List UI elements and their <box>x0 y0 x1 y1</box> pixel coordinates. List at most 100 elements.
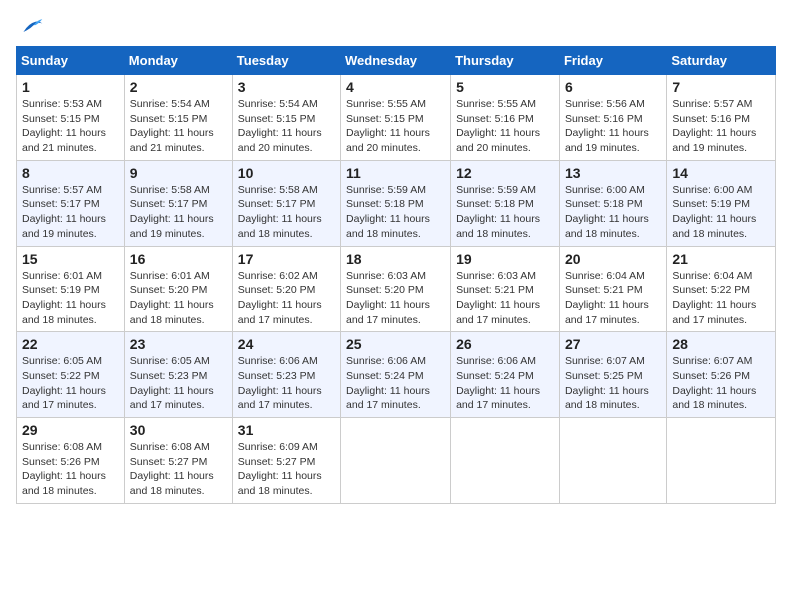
calendar-day-cell <box>451 418 560 504</box>
day-info: Sunrise: 6:00 AM Sunset: 5:19 PM Dayligh… <box>672 183 770 242</box>
day-info: Sunrise: 6:07 AM Sunset: 5:26 PM Dayligh… <box>672 354 770 413</box>
calendar-day-cell: 8Sunrise: 5:57 AM Sunset: 5:17 PM Daylig… <box>17 160 125 246</box>
day-number: 22 <box>22 336 119 352</box>
day-number: 4 <box>346 79 445 95</box>
calendar-day-cell: 30 Sunrise: 6:08 AM Sunset: 5:27 PM Dayli… <box>124 418 232 504</box>
day-number: 11 <box>346 165 445 181</box>
day-number: 17 <box>238 251 335 267</box>
calendar-day-cell: 20 Sunrise: 6:04 AM Sunset: 5:21 PM Dayli… <box>559 246 666 332</box>
calendar-day-cell: 7 Sunrise: 5:57 AM Sunset: 5:16 PM Daylig… <box>667 75 776 161</box>
calendar-day-cell: 17 Sunrise: 6:02 AM Sunset: 5:20 PM Dayli… <box>232 246 340 332</box>
day-number: 28 <box>672 336 770 352</box>
day-info: Sunrise: 6:05 AM Sunset: 5:22 PM Dayligh… <box>22 354 119 413</box>
day-info: Sunrise: 6:08 AM Sunset: 5:27 PM Dayligh… <box>130 440 227 499</box>
day-info: Sunrise: 5:58 AM Sunset: 5:17 PM Dayligh… <box>238 183 335 242</box>
calendar-day-cell: 21Sunrise: 6:04 AM Sunset: 5:22 PM Dayli… <box>667 246 776 332</box>
logo <box>16 16 46 36</box>
calendar-day-cell: 12Sunrise: 5:59 AM Sunset: 5:18 PM Dayli… <box>451 160 560 246</box>
day-info: Sunrise: 5:55 AM Sunset: 5:15 PM Dayligh… <box>346 97 445 156</box>
day-info: Sunrise: 6:09 AM Sunset: 5:27 PM Dayligh… <box>238 440 335 499</box>
calendar-day-cell: 31Sunrise: 6:09 AM Sunset: 5:27 PM Dayli… <box>232 418 340 504</box>
weekday-header-cell: Friday <box>559 47 666 75</box>
day-info: Sunrise: 6:06 AM Sunset: 5:24 PM Dayligh… <box>456 354 554 413</box>
weekday-header-cell: Monday <box>124 47 232 75</box>
day-number: 27 <box>565 336 661 352</box>
logo-bird-icon <box>20 16 44 36</box>
calendar-table: SundayMondayTuesdayWednesdayThursdayFrid… <box>16 46 776 504</box>
calendar-day-cell: 24 Sunrise: 6:06 AM Sunset: 5:23 PM Dayli… <box>232 332 340 418</box>
day-info: Sunrise: 5:54 AM Sunset: 5:15 PM Dayligh… <box>130 97 227 156</box>
calendar-day-cell: 29Sunrise: 6:08 AM Sunset: 5:26 PM Dayli… <box>17 418 125 504</box>
weekday-header-row: SundayMondayTuesdayWednesdayThursdayFrid… <box>17 47 776 75</box>
day-number: 7 <box>672 79 770 95</box>
day-number: 26 <box>456 336 554 352</box>
weekday-header-cell: Thursday <box>451 47 560 75</box>
day-number: 14 <box>672 165 770 181</box>
day-number: 25 <box>346 336 445 352</box>
day-number: 5 <box>456 79 554 95</box>
day-info: Sunrise: 6:02 AM Sunset: 5:20 PM Dayligh… <box>238 269 335 328</box>
day-info: Sunrise: 5:54 AM Sunset: 5:15 PM Dayligh… <box>238 97 335 156</box>
calendar-week-row: 22 Sunrise: 6:05 AM Sunset: 5:22 PM Dayli… <box>17 332 776 418</box>
calendar-day-cell: 23Sunrise: 6:05 AM Sunset: 5:23 PM Dayli… <box>124 332 232 418</box>
day-number: 6 <box>565 79 661 95</box>
day-info: Sunrise: 6:06 AM Sunset: 5:23 PM Dayligh… <box>238 354 335 413</box>
calendar-day-cell <box>667 418 776 504</box>
day-number: 21 <box>672 251 770 267</box>
day-info: Sunrise: 5:59 AM Sunset: 5:18 PM Dayligh… <box>346 183 445 242</box>
day-info: Sunrise: 6:00 AM Sunset: 5:18 PM Dayligh… <box>565 183 661 242</box>
calendar-week-row: 15 Sunrise: 6:01 AM Sunset: 5:19 PM Dayli… <box>17 246 776 332</box>
day-info: Sunrise: 6:01 AM Sunset: 5:19 PM Dayligh… <box>22 269 119 328</box>
calendar-day-cell: 27 Sunrise: 6:07 AM Sunset: 5:25 PM Dayli… <box>559 332 666 418</box>
day-number: 24 <box>238 336 335 352</box>
day-number: 15 <box>22 251 119 267</box>
weekday-header-cell: Sunday <box>17 47 125 75</box>
day-number: 29 <box>22 422 119 438</box>
weekday-header-cell: Tuesday <box>232 47 340 75</box>
calendar-day-cell: 15 Sunrise: 6:01 AM Sunset: 5:19 PM Dayli… <box>17 246 125 332</box>
calendar-day-cell: 3 Sunrise: 5:54 AM Sunset: 5:15 PM Daylig… <box>232 75 340 161</box>
calendar-day-cell: 13 Sunrise: 6:00 AM Sunset: 5:18 PM Dayli… <box>559 160 666 246</box>
day-info: Sunrise: 6:03 AM Sunset: 5:21 PM Dayligh… <box>456 269 554 328</box>
calendar-day-cell: 22 Sunrise: 6:05 AM Sunset: 5:22 PM Dayli… <box>17 332 125 418</box>
calendar-day-cell: 11 Sunrise: 5:59 AM Sunset: 5:18 PM Dayli… <box>341 160 451 246</box>
day-info: Sunrise: 5:53 AM Sunset: 5:15 PM Dayligh… <box>22 97 119 156</box>
calendar-day-cell <box>559 418 666 504</box>
day-number: 30 <box>130 422 227 438</box>
day-info: Sunrise: 6:06 AM Sunset: 5:24 PM Dayligh… <box>346 354 445 413</box>
day-number: 9 <box>130 165 227 181</box>
day-info: Sunrise: 6:07 AM Sunset: 5:25 PM Dayligh… <box>565 354 661 413</box>
calendar-body: 1 Sunrise: 5:53 AM Sunset: 5:15 PM Daylig… <box>17 75 776 504</box>
calendar-day-cell: 26 Sunrise: 6:06 AM Sunset: 5:24 PM Dayli… <box>451 332 560 418</box>
day-info: Sunrise: 5:56 AM Sunset: 5:16 PM Dayligh… <box>565 97 661 156</box>
day-info: Sunrise: 6:01 AM Sunset: 5:20 PM Dayligh… <box>130 269 227 328</box>
day-number: 1 <box>22 79 119 95</box>
calendar-week-row: 8Sunrise: 5:57 AM Sunset: 5:17 PM Daylig… <box>17 160 776 246</box>
calendar-day-cell: 5 Sunrise: 5:55 AM Sunset: 5:16 PM Daylig… <box>451 75 560 161</box>
day-number: 2 <box>130 79 227 95</box>
day-number: 23 <box>130 336 227 352</box>
calendar-day-cell: 1 Sunrise: 5:53 AM Sunset: 5:15 PM Daylig… <box>17 75 125 161</box>
day-number: 18 <box>346 251 445 267</box>
calendar-day-cell: 4 Sunrise: 5:55 AM Sunset: 5:15 PM Daylig… <box>341 75 451 161</box>
day-number: 8 <box>22 165 119 181</box>
day-info: Sunrise: 5:55 AM Sunset: 5:16 PM Dayligh… <box>456 97 554 156</box>
calendar-day-cell: 14 Sunrise: 6:00 AM Sunset: 5:19 PM Dayli… <box>667 160 776 246</box>
day-info: Sunrise: 5:59 AM Sunset: 5:18 PM Dayligh… <box>456 183 554 242</box>
day-number: 10 <box>238 165 335 181</box>
calendar-day-cell: 10 Sunrise: 5:58 AM Sunset: 5:17 PM Dayli… <box>232 160 340 246</box>
calendar-week-row: 29Sunrise: 6:08 AM Sunset: 5:26 PM Dayli… <box>17 418 776 504</box>
calendar-day-cell: 28 Sunrise: 6:07 AM Sunset: 5:26 PM Dayli… <box>667 332 776 418</box>
day-number: 13 <box>565 165 661 181</box>
day-info: Sunrise: 5:58 AM Sunset: 5:17 PM Dayligh… <box>130 183 227 242</box>
day-number: 20 <box>565 251 661 267</box>
day-info: Sunrise: 6:04 AM Sunset: 5:21 PM Dayligh… <box>565 269 661 328</box>
calendar-day-cell: 18Sunrise: 6:03 AM Sunset: 5:20 PM Dayli… <box>341 246 451 332</box>
day-number: 16 <box>130 251 227 267</box>
calendar-day-cell: 25 Sunrise: 6:06 AM Sunset: 5:24 PM Dayli… <box>341 332 451 418</box>
day-info: Sunrise: 5:57 AM Sunset: 5:16 PM Dayligh… <box>672 97 770 156</box>
calendar-day-cell: 16 Sunrise: 6:01 AM Sunset: 5:20 PM Dayli… <box>124 246 232 332</box>
calendar-day-cell: 2 Sunrise: 5:54 AM Sunset: 5:15 PM Daylig… <box>124 75 232 161</box>
day-number: 3 <box>238 79 335 95</box>
weekday-header-cell: Wednesday <box>341 47 451 75</box>
